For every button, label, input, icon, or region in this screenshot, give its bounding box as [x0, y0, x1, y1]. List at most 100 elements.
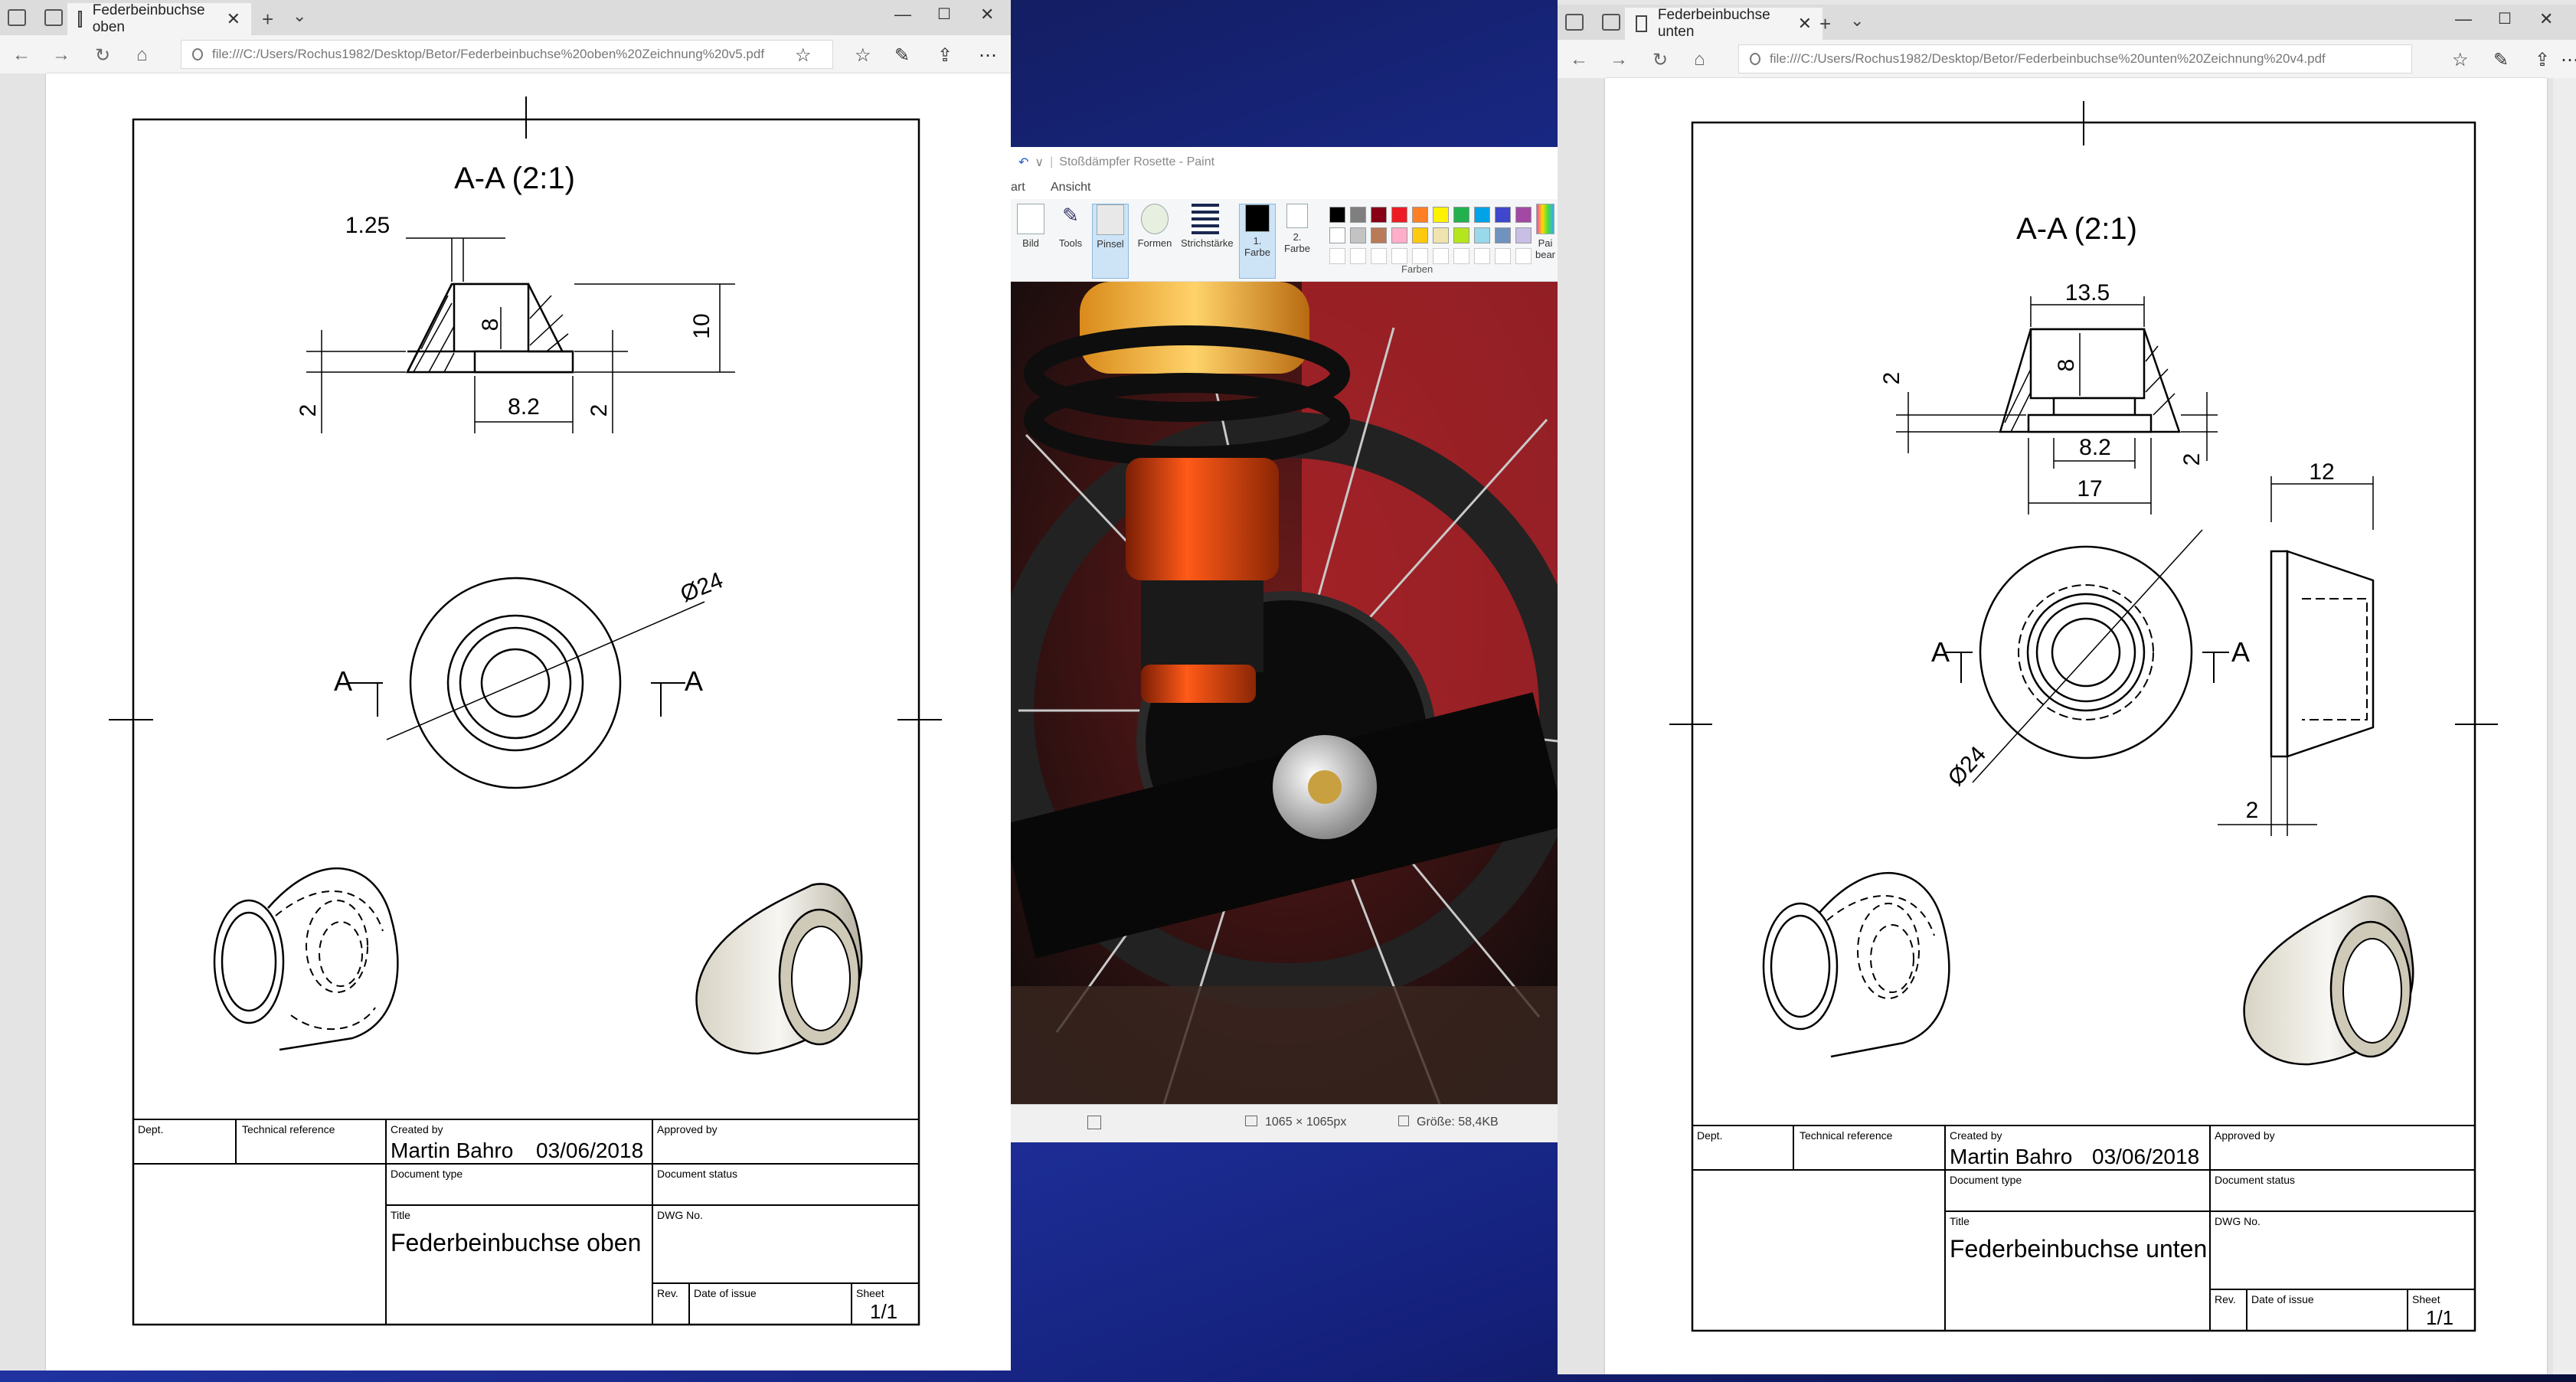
tb-techref-label: Technical reference: [1800, 1129, 1893, 1142]
tab-dropdown-icon[interactable]: ⌄: [1850, 11, 1864, 31]
menu-view[interactable]: Ansicht: [1051, 181, 1090, 194]
maximize-icon[interactable]: ☐: [937, 5, 951, 24]
share-icon[interactable]: ⇪: [937, 44, 953, 67]
tab-actions-icon[interactable]: [1565, 14, 1584, 31]
palette-swatch-empty[interactable]: [1515, 248, 1532, 264]
share-icon[interactable]: ⇪: [2535, 49, 2550, 71]
dim-2-right: 2: [587, 404, 612, 417]
new-tab-icon[interactable]: +: [262, 8, 273, 31]
palette-swatch[interactable]: [1391, 207, 1407, 223]
pdf-viewer[interactable]: A-A (2:1): [1558, 78, 2576, 1374]
window-close-icon[interactable]: ✕: [980, 5, 994, 25]
tab-actions-icon[interactable]: [8, 9, 26, 26]
side-view: [2270, 550, 2375, 758]
palette-swatch[interactable]: [1329, 207, 1345, 223]
palette-swatch[interactable]: [1495, 227, 1511, 243]
dim-17: 17: [2077, 476, 2102, 502]
address-bar[interactable]: file:///C:/Users/Rochus1982/Desktop/Beto…: [1738, 44, 2412, 74]
palette-swatch[interactable]: [1453, 227, 1469, 243]
palette-swatch[interactable]: [1329, 227, 1345, 243]
palette-swatch[interactable]: [1433, 207, 1449, 223]
palette-swatch[interactable]: [1371, 207, 1387, 223]
favorites-list-icon[interactable]: ☆: [2452, 49, 2469, 71]
tool-pinsel[interactable]: Pinsel: [1092, 204, 1129, 279]
palette-swatch-empty[interactable]: [1474, 248, 1490, 264]
back-icon[interactable]: ←: [12, 44, 31, 66]
color-2[interactable]: 2. Farbe: [1279, 204, 1316, 254]
pen-icon[interactable]: ✎: [2493, 49, 2509, 71]
palette-swatch-empty[interactable]: [1371, 248, 1387, 264]
pdf-viewer[interactable]: A-A (2:1): [0, 74, 1011, 1371]
paint-canvas[interactable]: [1011, 282, 1558, 1104]
tab-federbeinbuchse-unten[interactable]: Federbeinbuchse unten ✕: [1625, 7, 1822, 40]
refresh-icon[interactable]: ↻: [1652, 49, 1668, 71]
edge-window-right[interactable]: Federbeinbuchse unten ✕ + ⌄ — ☐ ✕ ← → ↻ …: [1558, 0, 2576, 1374]
maximize-icon[interactable]: ☐: [2498, 9, 2512, 28]
color-1[interactable]: 1. Farbe: [1239, 204, 1276, 279]
address-bar[interactable]: file:///C:/Users/Rochus1982/Desktop/Beto…: [181, 40, 833, 69]
palette-swatch[interactable]: [1515, 227, 1532, 243]
paint-window[interactable]: ↶ ∨ | Stoßdämpfer Rosette - Paint art An…: [1011, 147, 1558, 1142]
tab-dropdown-icon[interactable]: ⌄: [293, 6, 306, 26]
palette-swatch[interactable]: [1412, 227, 1428, 243]
paint3d-icon: [1536, 204, 1554, 234]
dimensions-icon: [1245, 1116, 1257, 1126]
palette-swatch[interactable]: [1453, 207, 1469, 223]
home-icon[interactable]: ⌂: [136, 44, 148, 66]
favorites-list-icon[interactable]: ☆: [855, 44, 871, 67]
pdf-page: A-A (2:1): [1605, 78, 2547, 1374]
home-icon[interactable]: ⌂: [1694, 49, 1705, 70]
tb-doctype-label: Document type: [1950, 1174, 2022, 1186]
palette-swatch-empty[interactable]: [1329, 248, 1345, 264]
tb-sheet-label: Sheet: [856, 1287, 884, 1299]
palette-swatch-empty[interactable]: [1495, 248, 1511, 264]
palette-swatch[interactable]: [1350, 227, 1366, 243]
palette-swatch-empty[interactable]: [1433, 248, 1449, 264]
tb-dwg-label: DWG No.: [2215, 1215, 2261, 1227]
back-icon[interactable]: ←: [1570, 49, 1588, 70]
set-aside-icon[interactable]: [44, 9, 63, 26]
menu-start[interactable]: art: [1011, 181, 1025, 194]
minimize-icon[interactable]: —: [2455, 9, 2472, 29]
palette-swatch[interactable]: [1412, 207, 1428, 223]
pen-icon[interactable]: ✎: [894, 44, 910, 67]
palette-swatch[interactable]: [1515, 207, 1532, 223]
edit-with-paint3d[interactable]: Pai bear: [1533, 204, 1558, 260]
address-text: file:///C:/Users/Rochus1982/Desktop/Beto…: [1770, 51, 2326, 66]
tool-strichstaerke[interactable]: Strichstärke: [1181, 204, 1234, 249]
minimize-icon[interactable]: —: [894, 5, 911, 25]
palette-swatch[interactable]: [1433, 227, 1449, 243]
tool-formen[interactable]: Formen: [1136, 204, 1173, 249]
palette-swatch[interactable]: [1371, 227, 1387, 243]
set-aside-icon[interactable]: [1602, 14, 1620, 31]
scrollbar[interactable]: [2553, 78, 2576, 1374]
palette-swatch-empty[interactable]: [1412, 248, 1428, 264]
refresh-icon[interactable]: ↻: [95, 44, 110, 67]
tool-tools[interactable]: ✎ Tools: [1052, 204, 1089, 249]
quick-access-dropdown-icon[interactable]: ∨: [1035, 155, 1044, 170]
palette-swatch[interactable]: [1391, 227, 1407, 243]
edge-window-left[interactable]: Federbeinbuchse oben ✕ + ⌄ — ☐ ✕ ← → ↻ ⌂…: [0, 0, 1011, 1371]
palette-swatch-empty[interactable]: [1350, 248, 1366, 264]
palette-swatch[interactable]: [1474, 207, 1490, 223]
forward-icon[interactable]: →: [52, 44, 70, 66]
close-icon[interactable]: ✕: [1798, 14, 1812, 34]
forward-icon[interactable]: →: [1610, 49, 1628, 70]
palette-swatch-empty[interactable]: [1391, 248, 1407, 264]
tab-federbeinbuchse-oben[interactable]: Federbeinbuchse oben ✕: [67, 2, 251, 35]
window-close-icon[interactable]: ✕: [2539, 9, 2553, 29]
palette-swatch[interactable]: [1495, 207, 1511, 223]
favorite-icon[interactable]: ☆: [795, 44, 812, 67]
palette-swatch-empty[interactable]: [1453, 248, 1469, 264]
dim-13-5: 13.5: [2065, 280, 2110, 305]
line-width-icon: [1192, 204, 1219, 234]
close-icon[interactable]: ✕: [227, 9, 240, 29]
undo-icon[interactable]: ↶: [1018, 155, 1028, 170]
new-tab-icon[interactable]: +: [1819, 12, 1831, 36]
palette-swatch[interactable]: [1474, 227, 1490, 243]
tool-bild[interactable]: Bild: [1012, 204, 1049, 249]
palette-swatch[interactable]: [1350, 207, 1366, 223]
more-icon[interactable]: ⋯: [2561, 49, 2576, 71]
tb-approved-label: Approved by: [2215, 1129, 2275, 1142]
more-icon[interactable]: ⋯: [979, 44, 997, 67]
